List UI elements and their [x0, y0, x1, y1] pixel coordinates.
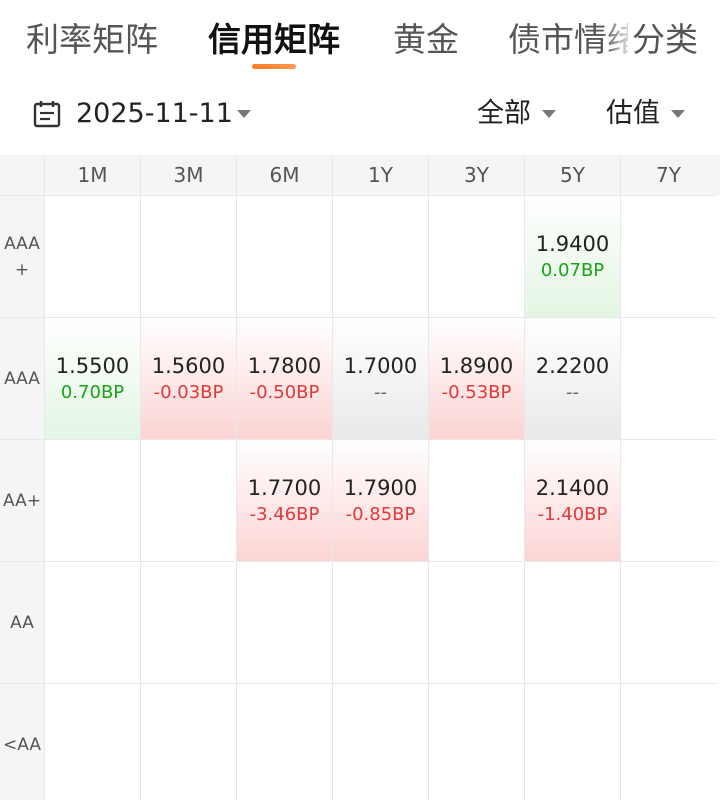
top-tab-bar: 利率矩阵 信用矩阵 黄金 债市情绪 分类 [0, 0, 720, 80]
matrix-cell[interactable]: 1.5600 -0.03BP [140, 317, 236, 439]
tab-credit-matrix[interactable]: 信用矩阵 [208, 18, 340, 62]
metric-selector[interactable]: 估值 [606, 96, 660, 132]
column-header-3y: 3Y [428, 155, 524, 195]
matrix-cell [332, 683, 428, 800]
matrix-cell[interactable]: 1.7700 -3.46BP [236, 439, 332, 561]
matrix-cell[interactable]: 1.9400 0.07BP [524, 195, 620, 317]
column-header-1y: 1Y [332, 155, 428, 195]
matrix-cell [140, 683, 236, 800]
matrix-cell [236, 683, 332, 800]
active-tab-indicator [252, 64, 296, 69]
column-header-3m: 3M [140, 155, 236, 195]
yield-value: 2.1400 [535, 475, 610, 500]
matrix-cell [620, 683, 716, 800]
date-selector[interactable]: 2025-11-11 [76, 96, 233, 132]
grid-corner [0, 155, 44, 195]
yield-value: 1.9400 [535, 231, 610, 256]
row-header-rating: AAA + [0, 195, 44, 317]
yield-value: 1.8900 [439, 353, 514, 378]
yield-change: -0.50BP [249, 381, 320, 403]
matrix-cell[interactable]: 1.8900 -0.53BP [428, 317, 524, 439]
date-dropdown-icon[interactable] [237, 110, 251, 118]
row-header-rating: AA [0, 561, 44, 683]
matrix-cell [332, 561, 428, 683]
scope-dropdown-icon[interactable] [542, 110, 556, 118]
matrix-cell [620, 195, 716, 317]
matrix-cell [332, 195, 428, 317]
matrix-cell [236, 195, 332, 317]
credit-matrix-grid: 1M 3M 6M 1Y 3Y 5Y 7Y AAA +1.9400 0.07BP AAA 1.5500… [0, 155, 720, 800]
matrix-cell[interactable]: 1.7800 -0.50BP [236, 317, 332, 439]
matrix-cell [236, 561, 332, 683]
matrix-cell [140, 439, 236, 561]
yield-change: -- [374, 381, 387, 403]
matrix-cell [428, 195, 524, 317]
yield-change: -0.53BP [441, 381, 512, 403]
calendar-icon[interactable] [32, 99, 62, 129]
matrix-cell[interactable]: 2.1400 -1.40BP [524, 439, 620, 561]
yield-change: -- [566, 381, 579, 403]
column-header-6m: 6M [236, 155, 332, 195]
column-header-7y: 7Y [620, 155, 716, 195]
tab-category[interactable]: 分类 [628, 18, 698, 62]
row-header-rating: AAA [0, 317, 44, 439]
filter-bar: 2025-11-11 全部 估值 [0, 88, 720, 144]
matrix-cell [428, 683, 524, 800]
row-header-rating: <AA [0, 683, 44, 800]
matrix-cell [44, 561, 140, 683]
matrix-cell [44, 195, 140, 317]
row-header-rating: AA+ [0, 439, 44, 561]
yield-value: 2.2200 [535, 353, 610, 378]
matrix-cell [140, 561, 236, 683]
yield-change: -0.85BP [345, 503, 416, 525]
yield-value: 1.7900 [343, 475, 418, 500]
matrix-cell [428, 439, 524, 561]
tab-rate-matrix[interactable]: 利率矩阵 [26, 18, 158, 62]
matrix-cell[interactable]: 1.5500 0.70BP [44, 317, 140, 439]
column-header-5y: 5Y [524, 155, 620, 195]
matrix-cell [620, 561, 716, 683]
matrix-cell [44, 439, 140, 561]
scope-selector[interactable]: 全部 [477, 96, 531, 132]
yield-change: -1.40BP [537, 503, 608, 525]
yield-change: -0.03BP [153, 381, 224, 403]
yield-value: 1.7800 [247, 353, 322, 378]
matrix-cell [524, 683, 620, 800]
yield-change: 0.07BP [540, 259, 605, 281]
matrix-cell[interactable]: 1.7000 -- [332, 317, 428, 439]
yield-change: 0.70BP [60, 381, 125, 403]
yield-change: -3.46BP [249, 503, 320, 525]
matrix-cell [620, 439, 716, 561]
matrix-cell [524, 561, 620, 683]
tab-gold[interactable]: 黄金 [393, 18, 459, 62]
matrix-cell[interactable]: 1.7900 -0.85BP [332, 439, 428, 561]
matrix-cell [620, 317, 716, 439]
matrix-cell[interactable]: 2.2200 -- [524, 317, 620, 439]
yield-value: 1.5600 [151, 353, 226, 378]
matrix-cell [428, 561, 524, 683]
yield-value: 1.7000 [343, 353, 418, 378]
column-header-1m: 1M [44, 155, 140, 195]
matrix-cell [44, 683, 140, 800]
yield-value: 1.5500 [55, 353, 130, 378]
matrix-cell [140, 195, 236, 317]
yield-value: 1.7700 [247, 475, 322, 500]
metric-dropdown-icon[interactable] [671, 110, 685, 118]
